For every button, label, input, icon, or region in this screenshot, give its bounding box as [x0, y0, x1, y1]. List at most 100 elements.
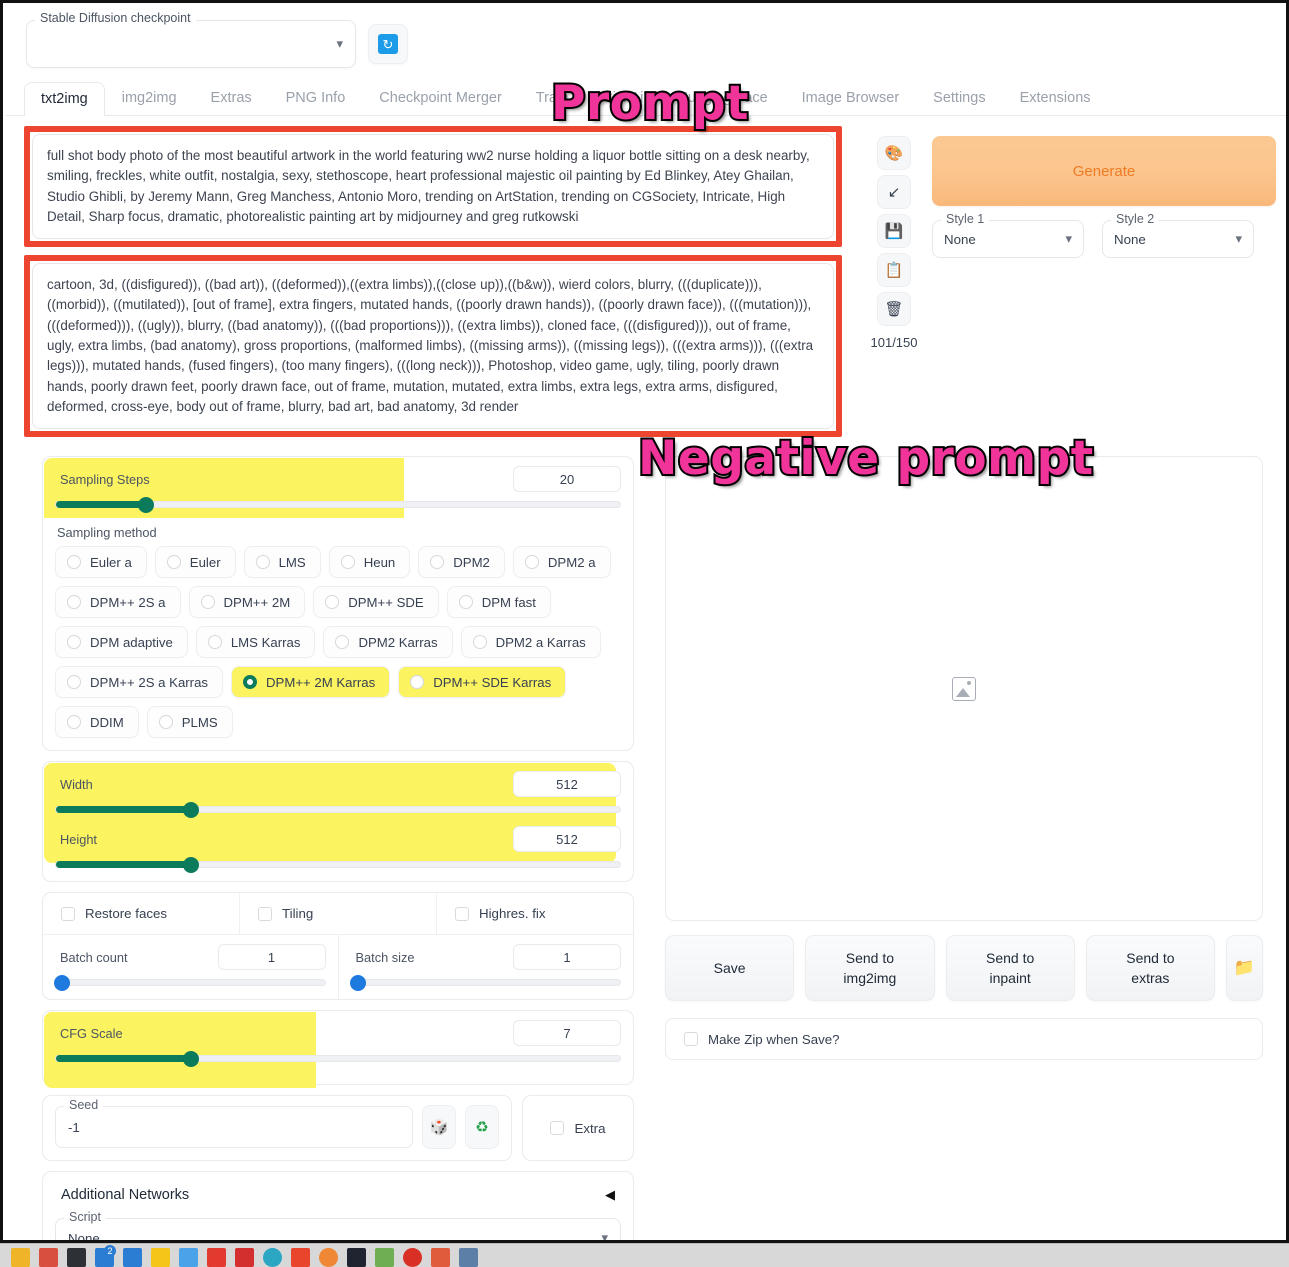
radio-euler[interactable]: Euler: [154, 546, 236, 578]
refresh-checkpoints-button[interactable]: ↻: [368, 24, 408, 64]
save-style-icon[interactable]: 💾: [877, 214, 911, 248]
tab-extensions[interactable]: Extensions: [1003, 81, 1108, 115]
radio-dpm-adaptive[interactable]: DPM adaptive: [55, 626, 188, 658]
yellow-app-icon[interactable]: [146, 1246, 174, 1267]
batch-count-value[interactable]: 1: [217, 944, 326, 970]
radio-lms[interactable]: LMS: [243, 546, 321, 578]
width-value[interactable]: 512: [513, 771, 621, 797]
restore-faces-checkbox[interactable]: Restore faces: [43, 893, 240, 934]
highres-fix-checkbox[interactable]: Highres. fix: [437, 893, 633, 934]
radio-dpmpp-sde-karras[interactable]: DPM++ SDE Karras: [398, 666, 567, 698]
extra-seed-checkbox[interactable]: Extra: [522, 1095, 634, 1161]
cfg-scale-value[interactable]: 7: [513, 1020, 621, 1046]
tab-extras[interactable]: Extras: [194, 81, 269, 115]
edge-icon[interactable]: [258, 1246, 286, 1267]
green-app-icon[interactable]: [370, 1246, 398, 1267]
generate-button[interactable]: Generate: [932, 136, 1276, 206]
tab-txt2img[interactable]: txt2img: [24, 82, 105, 116]
chevron-down-icon: ▾: [601, 1230, 608, 1243]
palette-icon[interactable]: 🎨: [877, 136, 911, 170]
additional-networks-header[interactable]: Additional Networks ◀: [43, 1172, 633, 1218]
window-icon[interactable]: [454, 1246, 482, 1267]
radio-lms-karras[interactable]: LMS Karras: [195, 626, 316, 658]
radio-dpmpp-2s-a[interactable]: DPM++ 2S a: [55, 586, 181, 618]
negative-prompt-input[interactable]: cartoon, 3d, ((disfigured)), ((bad art))…: [32, 263, 834, 430]
prompt-highlight-box: full shot body photo of the most beautif…: [24, 126, 842, 248]
radio-dpmpp-2s-a-karras[interactable]: DPM++ 2S a Karras: [55, 666, 224, 698]
dark-app-icon[interactable]: [342, 1246, 370, 1267]
radio-dpm2-a[interactable]: DPM2 a: [512, 546, 611, 578]
radio-dpm2-karras[interactable]: DPM2 Karras: [323, 626, 453, 658]
batch-count-slider[interactable]: Batch count 1: [43, 935, 339, 999]
radio-heun[interactable]: Heun: [328, 546, 411, 578]
height-value[interactable]: 512: [513, 826, 621, 852]
dice-icon[interactable]: 🎲: [422, 1105, 456, 1149]
tab-image-browser[interactable]: Image Browser: [785, 81, 917, 115]
sampling-steps-value[interactable]: 20: [513, 466, 621, 492]
office-icon[interactable]: [286, 1246, 314, 1267]
messenger-icon[interactable]: 2: [90, 1245, 118, 1267]
batch-size-value[interactable]: 1: [513, 944, 621, 970]
save-button[interactable]: Save: [665, 935, 795, 1001]
seed-input[interactable]: Seed -1: [55, 1098, 413, 1148]
radio-ddim[interactable]: DDIM: [55, 706, 139, 738]
terminal-icon[interactable]: [62, 1246, 90, 1267]
width-slider[interactable]: Width 512: [43, 762, 633, 818]
notes-icon[interactable]: [174, 1246, 202, 1267]
batch-size-track[interactable]: [349, 975, 621, 991]
radio-label: DPM++ 2S a Karras: [90, 674, 209, 690]
open-folder-icon[interactable]: 📁: [1226, 935, 1263, 1001]
arrow-down-left-icon[interactable]: ↙: [877, 175, 911, 209]
folder-icon[interactable]: [6, 1246, 34, 1267]
width-track[interactable]: [55, 802, 621, 818]
radio-label: DPM++ 2M: [223, 594, 291, 610]
recycle-icon[interactable]: ♻: [465, 1105, 499, 1149]
radio-label: DPM2 a Karras: [495, 634, 586, 650]
send-to-img2img-button[interactable]: Send to img2img: [805, 935, 935, 1001]
tab-img2img[interactable]: img2img: [105, 81, 194, 115]
sampling-steps-slider[interactable]: Sampling Steps 20: [43, 457, 633, 521]
radio-dpmpp-2m-karras[interactable]: DPM++ 2M Karras: [231, 666, 391, 698]
style-2-dropdown[interactable]: Style 2 None ▾: [1102, 212, 1254, 258]
radio-euler-a[interactable]: Euler a: [55, 546, 147, 578]
red-app-icon[interactable]: [34, 1246, 62, 1267]
sd-checkpoint-dropdown[interactable]: Stable Diffusion checkpoint ▾: [26, 12, 356, 68]
cfg-scale-track[interactable]: [55, 1051, 621, 1067]
radio-dot-icon: [243, 675, 258, 689]
trash-icon[interactable]: 🗑: [877, 292, 911, 326]
token-counter: 101/150: [870, 335, 918, 350]
make-zip-checkbox[interactable]: Make Zip when Save?: [665, 1018, 1263, 1060]
send-to-extras-button[interactable]: Send to extras: [1085, 935, 1215, 1001]
style-1-dropdown[interactable]: Style 1 None ▾: [932, 212, 1084, 258]
radio-dpmpp-sde[interactable]: DPM++ SDE: [313, 586, 439, 618]
cfg-scale-slider[interactable]: CFG Scale 7: [43, 1011, 633, 1084]
radio-dpm2-a-karras[interactable]: DPM2 a Karras: [460, 626, 601, 658]
script-label: Script: [64, 1210, 106, 1224]
clipboard-icon[interactable]: 📋: [877, 253, 911, 287]
tab-settings[interactable]: Settings: [916, 81, 1002, 115]
image-placeholder-icon: [952, 676, 976, 701]
prompt-input[interactable]: full shot body photo of the most beautif…: [32, 134, 834, 240]
chrome-icon[interactable]: [398, 1246, 426, 1267]
radio-dpm-fast[interactable]: DPM fast: [446, 586, 551, 618]
radio-dpm2[interactable]: DPM2: [418, 546, 505, 578]
tab-checkpoint-merger[interactable]: Checkpoint Merger: [362, 81, 519, 115]
script-dropdown[interactable]: Script None ▾: [55, 1210, 621, 1243]
output-gallery[interactable]: [665, 456, 1263, 921]
send-to-inpaint-button[interactable]: Send to inpaint: [945, 935, 1075, 1001]
store-icon[interactable]: [118, 1246, 146, 1267]
batch-count-track[interactable]: [54, 975, 326, 991]
batch-size-slider[interactable]: Batch size 1: [339, 935, 634, 999]
sampling-steps-track[interactable]: [55, 497, 621, 513]
tools-icon[interactable]: [426, 1246, 454, 1267]
tab-png-info[interactable]: PNG Info: [269, 81, 363, 115]
tiling-checkbox[interactable]: Tiling: [240, 893, 437, 934]
orange-app-icon[interactable]: [314, 1246, 342, 1267]
youtube-icon[interactable]: [202, 1246, 230, 1267]
radio-plms[interactable]: PLMS: [146, 706, 233, 738]
collapse-caret-icon[interactable]: ◀: [605, 1187, 615, 1203]
height-slider[interactable]: Height 512: [43, 817, 633, 881]
height-track[interactable]: [55, 857, 621, 873]
acrobat-icon[interactable]: [230, 1246, 258, 1267]
radio-dpmpp-2m[interactable]: DPM++ 2M: [188, 586, 306, 618]
